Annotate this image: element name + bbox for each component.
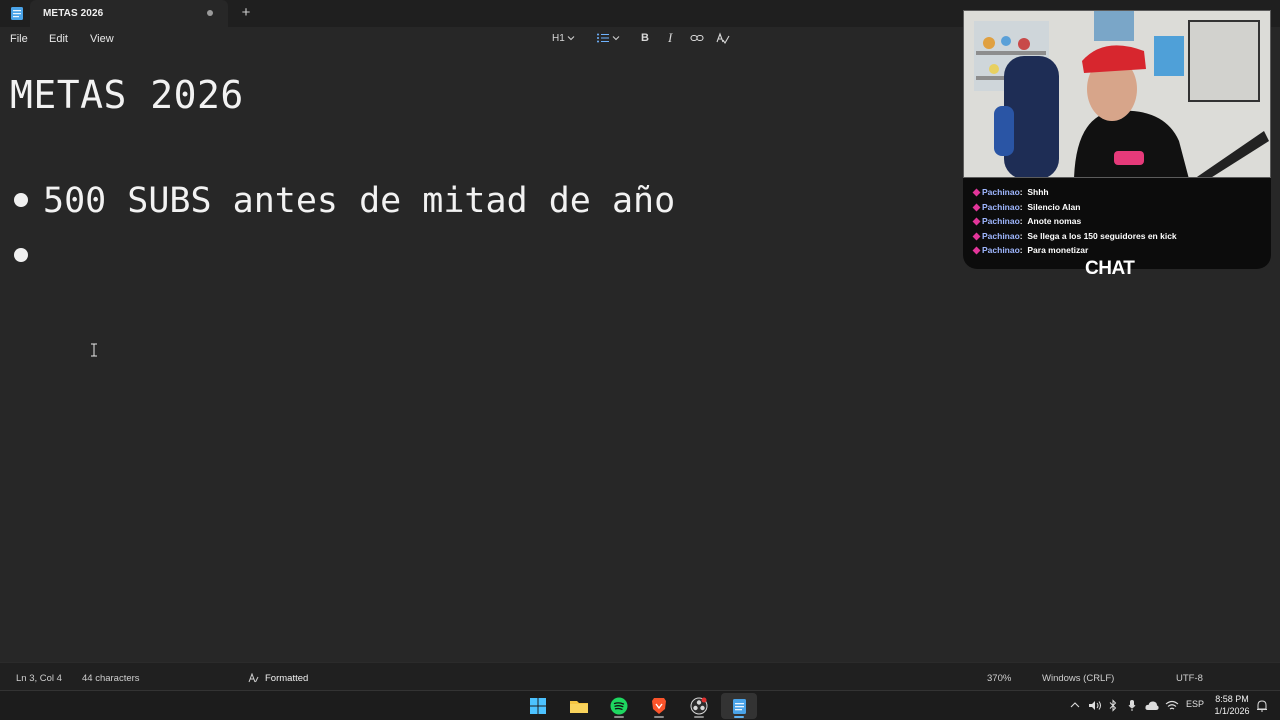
chevron-down-icon [567, 36, 575, 41]
clock-time: 8:58 PM [1215, 694, 1249, 704]
menu-file[interactable]: File [10, 33, 28, 45]
badge-icon [972, 232, 981, 241]
document-heading: METAS 2026 [10, 73, 244, 117]
notepad-icon [732, 698, 746, 714]
chat-username: Pachinao [982, 231, 1020, 241]
taskbar-notepad[interactable] [721, 693, 757, 719]
stream-chat-panel: Pachinao: Shhh Pachinao: Silencio Alan P… [963, 178, 1271, 269]
chat-text: Para monetizar [1027, 245, 1089, 255]
chat-text: Anote nomas [1027, 216, 1082, 226]
chevron-up-icon[interactable] [1070, 701, 1080, 709]
status-bar: Ln 3, Col 4 44 characters Formatted 370%… [0, 662, 1280, 690]
menu-view[interactable]: View [90, 33, 114, 45]
taskbar: ESP 8:58 PM 1/1/2026 [0, 690, 1280, 720]
windows-start-icon [530, 698, 546, 714]
onedrive-cloud-icon[interactable] [1145, 700, 1159, 711]
wifi-icon[interactable] [1165, 700, 1179, 711]
folder-icon [570, 701, 588, 713]
running-indicator [654, 716, 664, 718]
line-endings[interactable]: Windows (CRLF) [1042, 673, 1114, 684]
unsaved-dot-icon[interactable] [207, 10, 213, 16]
volume-icon[interactable] [1088, 700, 1102, 711]
taskbar-clock[interactable]: 8:58 PM 1/1/2026 [1210, 693, 1254, 717]
heading-label: H1 [552, 32, 565, 44]
chat-message: Pachinao: Silencio Alan [972, 202, 1081, 212]
chat-username: Pachinao [982, 187, 1020, 197]
taskbar-obs[interactable] [681, 693, 717, 719]
new-tab-button[interactable]: + [238, 4, 254, 22]
menu-edit[interactable]: Edit [49, 33, 68, 45]
chat-text: Silencio Alan [1027, 202, 1081, 212]
taskbar-file-explorer[interactable] [561, 693, 597, 719]
badge-icon [972, 203, 981, 212]
cursor-position[interactable]: Ln 3, Col 4 [16, 673, 62, 684]
chat-message: Pachinao: Para monetizar [972, 245, 1089, 255]
bluetooth-icon[interactable] [1109, 699, 1117, 712]
list-dropdown[interactable] [596, 30, 622, 46]
encoding[interactable]: UTF-8 [1176, 673, 1203, 684]
format-mode[interactable]: Formatted [265, 673, 308, 684]
input-language[interactable]: ESP [1186, 699, 1204, 709]
text-cursor-icon [91, 343, 97, 357]
italic-icon: I [668, 30, 673, 45]
tab-title: METAS 2026 [43, 8, 104, 19]
running-indicator [694, 716, 704, 718]
link-button[interactable] [690, 30, 704, 46]
spotify-icon [610, 697, 628, 715]
chat-text: Se llega a los 150 seguidores en kick [1027, 231, 1177, 241]
obs-icon [690, 697, 708, 715]
chevron-down-icon [612, 36, 620, 41]
badge-icon [972, 188, 981, 197]
chat-username: Pachinao [982, 245, 1020, 255]
notepad-app-icon [11, 7, 23, 20]
webcam-overlay [963, 10, 1271, 178]
chat-username: Pachinao [982, 202, 1020, 212]
spellcheck-icon [716, 31, 730, 44]
badge-icon [972, 246, 981, 255]
tab-metas-2026[interactable]: METAS 2026 [30, 0, 228, 27]
bullet-dot-icon [14, 193, 28, 207]
badge-icon [972, 217, 981, 226]
active-indicator [734, 716, 744, 718]
notification-bell-icon[interactable] [1256, 699, 1268, 712]
chat-text: Shhh [1027, 187, 1049, 197]
chat-label: CHAT [1085, 258, 1135, 279]
bold-icon: B [641, 32, 649, 44]
bullet-item-text: 500 SUBS antes de mitad de año [43, 181, 676, 221]
spellcheck-button[interactable] [716, 30, 730, 46]
streamer-camera-image [964, 11, 1270, 177]
running-indicator [614, 716, 624, 718]
character-count: 44 characters [82, 673, 140, 684]
chat-username: Pachinao [982, 216, 1020, 226]
italic-button[interactable]: I [668, 30, 672, 46]
start-button[interactable] [520, 693, 556, 719]
zoom-level[interactable]: 370% [987, 673, 1011, 684]
heading-dropdown[interactable]: H1 [552, 30, 577, 46]
link-icon [690, 34, 704, 42]
chat-message: Pachinao: Anote nomas [972, 216, 1082, 226]
bulleted-list-icon [597, 33, 609, 43]
bold-button[interactable]: B [641, 30, 649, 46]
taskbar-brave[interactable] [641, 693, 677, 719]
clock-date: 1/1/2026 [1214, 706, 1250, 716]
brave-browser-icon [652, 698, 666, 714]
chat-message: Pachinao: Shhh [972, 187, 1049, 197]
microphone-icon[interactable] [1128, 699, 1136, 712]
bullet-dot-icon [14, 248, 28, 262]
formatting-icon [248, 673, 259, 683]
chat-message: Pachinao: Se llega a los 150 seguidores … [972, 231, 1177, 241]
taskbar-spotify[interactable] [601, 693, 637, 719]
